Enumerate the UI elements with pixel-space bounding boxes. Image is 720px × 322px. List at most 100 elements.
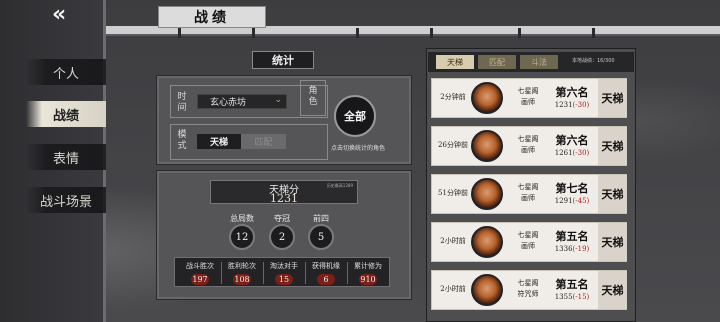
record-score: 1336(-19) xyxy=(546,245,598,253)
avatar xyxy=(471,82,503,114)
sidebar-item-label: 战斗场景 xyxy=(39,194,92,210)
mode-match-button[interactable]: 匹配 xyxy=(241,134,286,149)
avatar xyxy=(471,130,503,162)
record-time: 2分钟前 xyxy=(440,93,466,101)
record-mode: 天梯 xyxy=(598,127,627,165)
total-games-label: 总局数 xyxy=(230,214,254,223)
stat-eliminations: 淘汰对手 15 xyxy=(263,258,305,288)
record-rank: 第七名 xyxy=(555,182,589,195)
stat-round-wins: 胜利轮次 108 xyxy=(221,258,263,288)
record-role-line2: 画师 xyxy=(521,98,535,106)
score-value: 1231 xyxy=(554,101,573,109)
stat-value: 6 xyxy=(317,274,335,285)
record-card[interactable]: 26分钟前 七星阁画师 第六名 1261(-30) 天梯 xyxy=(431,126,627,166)
back-arrow-icon[interactable]: « xyxy=(52,4,84,26)
record-score: 1355(-15) xyxy=(546,293,598,301)
mode-label: 模式 xyxy=(177,130,187,151)
record-mode: 天梯 xyxy=(598,223,627,261)
record-rank: 第五名 xyxy=(555,230,589,243)
stat-label: 胜利轮次 xyxy=(228,262,256,270)
stat-value: 197 xyxy=(191,274,209,285)
wins-value: 2 xyxy=(269,224,295,250)
role-label: 角色 xyxy=(308,86,318,107)
stats-tab[interactable]: 统计 xyxy=(252,51,314,69)
tab-ladder[interactable]: 天梯 xyxy=(436,55,474,69)
stat-strip: 战斗胜次 197 胜利轮次 108 淘汰对手 15 获得机缘 6 累计修为 91… xyxy=(174,257,390,287)
stat-battle-wins: 战斗胜次 197 xyxy=(179,258,221,288)
record-role-line2: 画师 xyxy=(521,242,535,250)
record-role-line2: 画师 xyxy=(521,146,535,154)
record-rank: 第五名 xyxy=(555,278,589,291)
record-role: 七星阁 画师 xyxy=(508,230,548,252)
page-title: 战绩 xyxy=(158,6,266,28)
sidebar: « 个人 战绩 表情 战斗场景 xyxy=(0,0,106,322)
record-rank: 第六名 xyxy=(555,134,589,147)
record-role-line2: 符咒师 xyxy=(517,290,539,298)
avatar xyxy=(471,226,503,258)
strip-peg xyxy=(518,28,521,38)
record-role-line1: 七星阁 xyxy=(517,231,539,239)
stat-label: 累计修为 xyxy=(354,262,382,270)
record-rank: 第六名 xyxy=(555,86,589,99)
avatar xyxy=(471,178,503,210)
stat-label: 获得机缘 xyxy=(312,262,340,270)
record-role: 七星阁 画师 xyxy=(508,182,548,204)
total-games-value: 12 xyxy=(229,224,255,250)
record-time: 2小时前 xyxy=(440,285,466,293)
record-role-line1: 七星阁 xyxy=(517,135,539,143)
all-roles-button[interactable]: 全部 xyxy=(334,95,376,137)
sidebar-item-emote[interactable]: 表情 xyxy=(26,144,106,170)
record-role: 七星阁 画师 xyxy=(508,134,548,156)
chevron-down-icon: ⌄ xyxy=(274,95,282,105)
score-delta: (-19) xyxy=(572,245,590,253)
strip-peg xyxy=(252,28,255,38)
ladder-score-panel: 天梯分 历史最高1289 1231 xyxy=(210,180,358,205)
record-card[interactable]: 2小时前 七星阁 符咒师 第五名 1355(-15) 天梯 xyxy=(431,270,627,310)
score-value: 1291 xyxy=(554,197,573,205)
record-score: 1291(-45) xyxy=(546,197,598,205)
top4-value: 5 xyxy=(308,224,334,250)
record-card[interactable]: 2分钟前 七星阁画师 第六名 1231(-30) 天梯 xyxy=(431,78,627,118)
sidebar-item-scene[interactable]: 战斗场景 xyxy=(26,187,106,213)
ladder-best: 历史最高1289 xyxy=(326,183,353,188)
record-mode: 天梯 xyxy=(598,175,627,213)
score-value: 1261 xyxy=(554,149,573,157)
record-mode: 天梯 xyxy=(598,271,627,309)
ladder-score: 1231 xyxy=(270,192,298,205)
record-time: 2小时前 xyxy=(440,237,466,245)
stat-fortune: 获得机缘 6 xyxy=(305,258,347,288)
strip-peg xyxy=(356,28,359,38)
sidebar-item-label: 表情 xyxy=(52,151,79,167)
stat-value: 15 xyxy=(275,274,293,285)
strip-peg xyxy=(178,28,181,38)
record-time: 26分钟前 xyxy=(438,141,468,149)
strip-peg xyxy=(430,28,433,38)
record-card[interactable]: 2小时前 七星阁画师 第五名 1336(-19) 天梯 xyxy=(431,222,627,262)
score-value: 1336 xyxy=(554,245,573,253)
score-delta: (-15) xyxy=(572,293,590,301)
record-role: 七星阁 画师 xyxy=(508,86,548,108)
time-select-value: 玄心赤坊 xyxy=(210,98,247,108)
score-delta: (-30) xyxy=(572,101,590,109)
sidebar-item-record[interactable]: 战绩 xyxy=(26,101,106,127)
stat-cultivation: 累计修为 910 xyxy=(347,258,389,288)
stat-label: 战斗胜次 xyxy=(186,262,214,270)
score-delta: (-45) xyxy=(572,197,590,205)
role-hint: 点击切换统计的角色 xyxy=(330,145,385,152)
tab-match[interactable]: 匹配 xyxy=(478,55,516,69)
mode-ladder-button[interactable]: 天梯 xyxy=(197,134,241,149)
score-delta: (-30) xyxy=(572,149,590,157)
time-select[interactable]: 玄心赤坊 ⌄ xyxy=(197,94,287,109)
record-score: 1231(-30) xyxy=(546,101,598,109)
score-value: 1355 xyxy=(554,293,573,301)
record-role-line1: 七星阁 xyxy=(517,183,539,191)
record-role-line1: 七星阁 xyxy=(517,87,539,95)
sidebar-item-personal[interactable]: 个人 xyxy=(26,59,106,85)
stat-value: 108 xyxy=(233,274,251,285)
record-count: 本地战绩：16/300 xyxy=(572,58,615,64)
record-card[interactable]: 51分钟前 七星阁 画师 第七名 1291(-45) 天梯 xyxy=(431,174,627,214)
sidebar-item-label: 战绩 xyxy=(52,108,79,124)
record-role-line2: 画师 xyxy=(521,194,535,202)
tab-duel[interactable]: 斗法 xyxy=(520,55,558,69)
record-mode: 天梯 xyxy=(598,79,627,117)
